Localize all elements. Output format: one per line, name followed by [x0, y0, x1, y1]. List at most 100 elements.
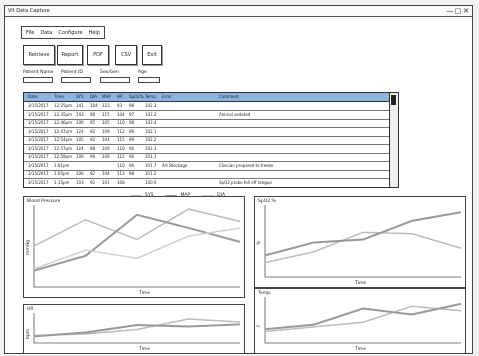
cell-temp: 101.7 [145, 162, 157, 168]
chart-title: Blood Pressure [27, 199, 61, 204]
cell-date: 3/15/2017 [28, 137, 49, 142]
cell-dia: 98 [90, 111, 96, 117]
col-header-comment[interactable]: Comment [219, 93, 239, 101]
cell-date: 3/15/2017 [28, 179, 49, 185]
exit-button[interactable]: Exit [142, 45, 162, 65]
scrollbar-thumb[interactable] [391, 95, 396, 105]
col-header-time[interactable]: Time [54, 93, 64, 101]
cell-temp: 101.1 [145, 154, 157, 159]
col-header-spo2[interactable]: SpO2% [129, 93, 144, 101]
cell-spo2: 98 [129, 103, 135, 108]
cell-map: 109 [102, 154, 110, 159]
col-header-hr[interactable]: HR [117, 93, 123, 101]
col-header-sys[interactable]: SYS [76, 93, 84, 101]
col-header-date[interactable]: Date [28, 93, 38, 101]
col-header-temp[interactable]: Temp. [145, 93, 157, 101]
sex-field[interactable] [100, 77, 130, 83]
cell-sys: 143 [76, 111, 84, 117]
cell-temp: 101.2 [145, 171, 157, 176]
cell-sys: 106 [76, 154, 84, 159]
csv-button[interactable]: CSV [115, 45, 137, 65]
close-icon[interactable]: ✕ [462, 7, 470, 15]
sex-label: Sex/Gen [100, 70, 119, 75]
series-line-2 [33, 323, 241, 338]
menu-data[interactable]: Data [40, 30, 52, 36]
cell-sys: 141 [76, 103, 84, 108]
cell-map: 109 [102, 128, 110, 134]
hr-chart: HR Time bpm [23, 304, 245, 354]
cell-date: 3/15/2017 [28, 120, 49, 125]
minimize-icon[interactable]: — [446, 7, 454, 15]
patient-id-field[interactable] [61, 77, 91, 83]
series-line-2 [264, 211, 462, 257]
cell-hr: 104 [117, 111, 125, 117]
cell-hr: 110 [117, 162, 125, 168]
cell-hr: 108 [117, 179, 125, 185]
y-axis-label: mmHg [26, 239, 31, 255]
report-button[interactable]: Report [57, 45, 83, 65]
app-window: Vit Data Capture — □ ✕ File Data Configu… [4, 5, 473, 354]
cell-dia: 95 [90, 120, 96, 125]
y-axis-label: bpm [26, 328, 31, 339]
patient-id-label: Patient ID [61, 70, 83, 75]
x-axis-label: Time [355, 281, 367, 286]
cell-hr: 115 [117, 137, 125, 142]
chart-plot [33, 205, 241, 288]
cell-comment: Animal sedated [219, 111, 251, 117]
chart-axes [264, 297, 461, 344]
cell-temp: 102.1 [145, 128, 157, 134]
cell-spo2: 96 [129, 154, 135, 159]
cell-spo2: 96 [129, 128, 135, 134]
cell-time: 12:46pm [54, 120, 72, 125]
patient-name-label: Patient Name [23, 70, 54, 75]
series-line-1 [33, 318, 241, 337]
cell-comment: SpO2 probe fell off tongue [219, 179, 272, 185]
table-header: Date Time SYS DIA MAP HR SpO2% Temp. Err… [24, 93, 390, 102]
cell-date: 3/15/2017 [28, 145, 49, 151]
title-bar: Vit Data Capture — □ ✕ [5, 6, 472, 17]
chart-plot [264, 297, 462, 344]
cell-hr: 93 [117, 103, 123, 108]
table-row[interactable]: 3/15/2017 1:15pm 103 92 101 108 100.9 SpO2 prob… [24, 179, 390, 187]
table-scrollbar[interactable] [389, 93, 398, 187]
cell-date: 3/15/2017 [28, 103, 49, 108]
menu-bar: File Data Configure Help [21, 26, 105, 39]
cell-comment: Clincian prepared to freeze [219, 162, 274, 168]
cell-dia: 98 [90, 145, 96, 151]
cell-spo2: 96 [129, 162, 135, 168]
cell-sys: 105 [76, 137, 84, 142]
col-header-map[interactable]: MAP [102, 93, 111, 101]
patient-name-field[interactable] [23, 77, 53, 83]
cell-hr: 112 [117, 128, 125, 134]
col-header-error[interactable]: Error [162, 93, 172, 101]
cell-time: 1:01pm [54, 162, 70, 168]
cell-time: 12:47pm [54, 128, 72, 134]
cell-dia: 92 [90, 137, 96, 142]
cell-time: 12:35pm [54, 111, 72, 117]
age-field[interactable] [138, 77, 160, 83]
cell-sys: 124 [76, 145, 84, 151]
retrieve-button[interactable]: Retrieve [23, 45, 55, 65]
x-axis-label: Time [355, 347, 367, 352]
cell-map: 109 [102, 145, 110, 151]
x-axis-label: Time [139, 347, 151, 352]
menu-file[interactable]: File [26, 30, 34, 36]
col-header-dia[interactable]: DIA [90, 93, 97, 101]
cell-sys: 103 [76, 179, 84, 185]
cell-time: 12:25pm [54, 103, 72, 108]
chart-title: SpO2 % [258, 199, 276, 204]
maximize-icon[interactable]: □ [454, 7, 462, 15]
cell-sys: 106 [76, 120, 84, 125]
pdf-button[interactable]: PDF [87, 45, 109, 65]
cell-temp: 102.2 [145, 137, 157, 142]
cell-map: 104 [102, 137, 110, 142]
cell-time: 12:59pm [54, 154, 72, 159]
x-axis-label: Time [139, 291, 151, 296]
cell-map: 105 [102, 120, 110, 125]
chart-axes [264, 205, 461, 278]
cell-map: 101 [102, 179, 110, 185]
readings-table: Date Time SYS DIA MAP HR SpO2% Temp. Err… [23, 92, 399, 188]
menu-help[interactable]: Help [89, 30, 100, 36]
blood-pressure-chart: Blood Pressure Time mmHg [23, 196, 245, 298]
menu-configure[interactable]: Configure [58, 30, 82, 36]
